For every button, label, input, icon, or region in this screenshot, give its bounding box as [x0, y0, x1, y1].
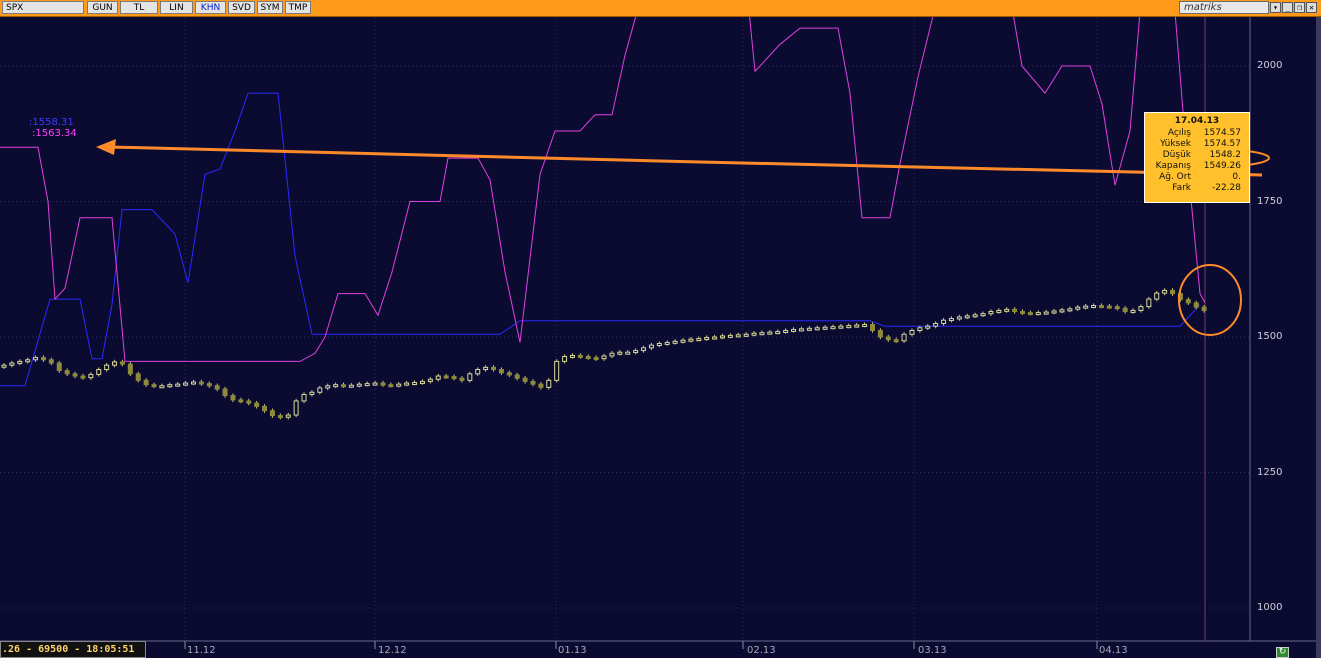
ohlc-info-box: 17.04.13 Açılış 1574.57 Yüksek 1574.57 Düş… [1144, 112, 1250, 203]
dropdown-icon[interactable]: ▾ [1270, 2, 1281, 13]
info-label: Yüksek [1160, 139, 1191, 149]
price-chart[interactable] [0, 17, 1321, 658]
x-tick-label: 02.13 [747, 645, 776, 656]
toolbar-button-svd[interactable]: SVD [228, 1, 255, 14]
x-tick-label: 12.12 [378, 645, 407, 656]
candle[interactable] [127, 361, 133, 377]
toolbar: SPX GUN TL LIN KHN SVD SYM TMP matriks ▾ _ ❐ ✕ [0, 0, 1321, 17]
toolbar-button-tmp[interactable]: TMP [285, 1, 311, 14]
info-row-close: Kapanış 1549.26 [1145, 161, 1249, 172]
y-tick-label: 1000 [1257, 602, 1283, 613]
toolbar-button-gun[interactable]: GUN [87, 1, 118, 14]
info-value: -22.28 [1211, 183, 1241, 193]
candle[interactable] [554, 359, 560, 383]
minimize-icon[interactable]: _ [1282, 2, 1293, 13]
toolbar-button-khn[interactable]: KHN [195, 1, 226, 14]
candle[interactable] [56, 360, 62, 373]
scrollbar [1316, 17, 1321, 658]
x-tick-label: 01.13 [558, 645, 587, 656]
info-value: 1574.57 [1203, 139, 1241, 149]
info-label: Ağ. Ort [1159, 172, 1191, 182]
info-value: 1574.57 [1203, 128, 1241, 138]
info-label: Fark [1172, 183, 1191, 193]
brand-text: matriks [1184, 2, 1222, 13]
candle[interactable] [1146, 296, 1152, 309]
info-date: 17.04.13 [1174, 116, 1220, 126]
magenta-indicator-value: :1563.34 [32, 128, 77, 139]
info-value: 0. [1232, 172, 1241, 182]
info-label: Açılış [1167, 128, 1191, 138]
x-tick-label: 04.13 [1099, 645, 1128, 656]
toolbar-button-sym[interactable]: SYM [257, 1, 283, 14]
x-tick-label: 11.12 [187, 645, 216, 656]
brand-logo: matriks [1179, 1, 1269, 14]
refresh-icon[interactable]: ↻ [1276, 647, 1289, 658]
info-row-diff: Fark -22.28 [1145, 183, 1249, 194]
info-label: Düşük [1162, 150, 1191, 160]
y-tick-label: 2000 [1257, 60, 1283, 71]
info-row-open: Açılış 1574.57 [1145, 128, 1249, 139]
candle[interactable] [546, 378, 552, 390]
info-value: 1548.2 [1209, 150, 1242, 160]
status-ticker: .26 - 69500 - 18:05:51 [0, 641, 146, 658]
x-tick-label: 03.13 [918, 645, 947, 656]
blue-indicator-value: :1558.31 [29, 117, 74, 128]
info-row-low: Düşük 1548.2 [1145, 150, 1249, 161]
candle[interactable] [293, 398, 299, 418]
restore-icon[interactable]: ❐ [1294, 2, 1305, 13]
toolbar-button-lin[interactable]: LIN [160, 1, 193, 14]
close-icon[interactable]: ✕ [1306, 2, 1317, 13]
info-row-high: Yüksek 1574.57 [1145, 139, 1249, 150]
info-value: 1549.26 [1203, 161, 1241, 171]
y-tick-label: 1500 [1257, 331, 1283, 342]
y-tick-label: 1750 [1257, 195, 1283, 207]
y-tick-label: 1250 [1257, 466, 1283, 478]
info-label: Kapanış [1155, 161, 1191, 171]
info-row-avg: Ağ. Ort 0. [1145, 172, 1249, 183]
toolbar-button-tl[interactable]: TL [120, 1, 158, 14]
symbol-field[interactable]: SPX [2, 1, 84, 14]
